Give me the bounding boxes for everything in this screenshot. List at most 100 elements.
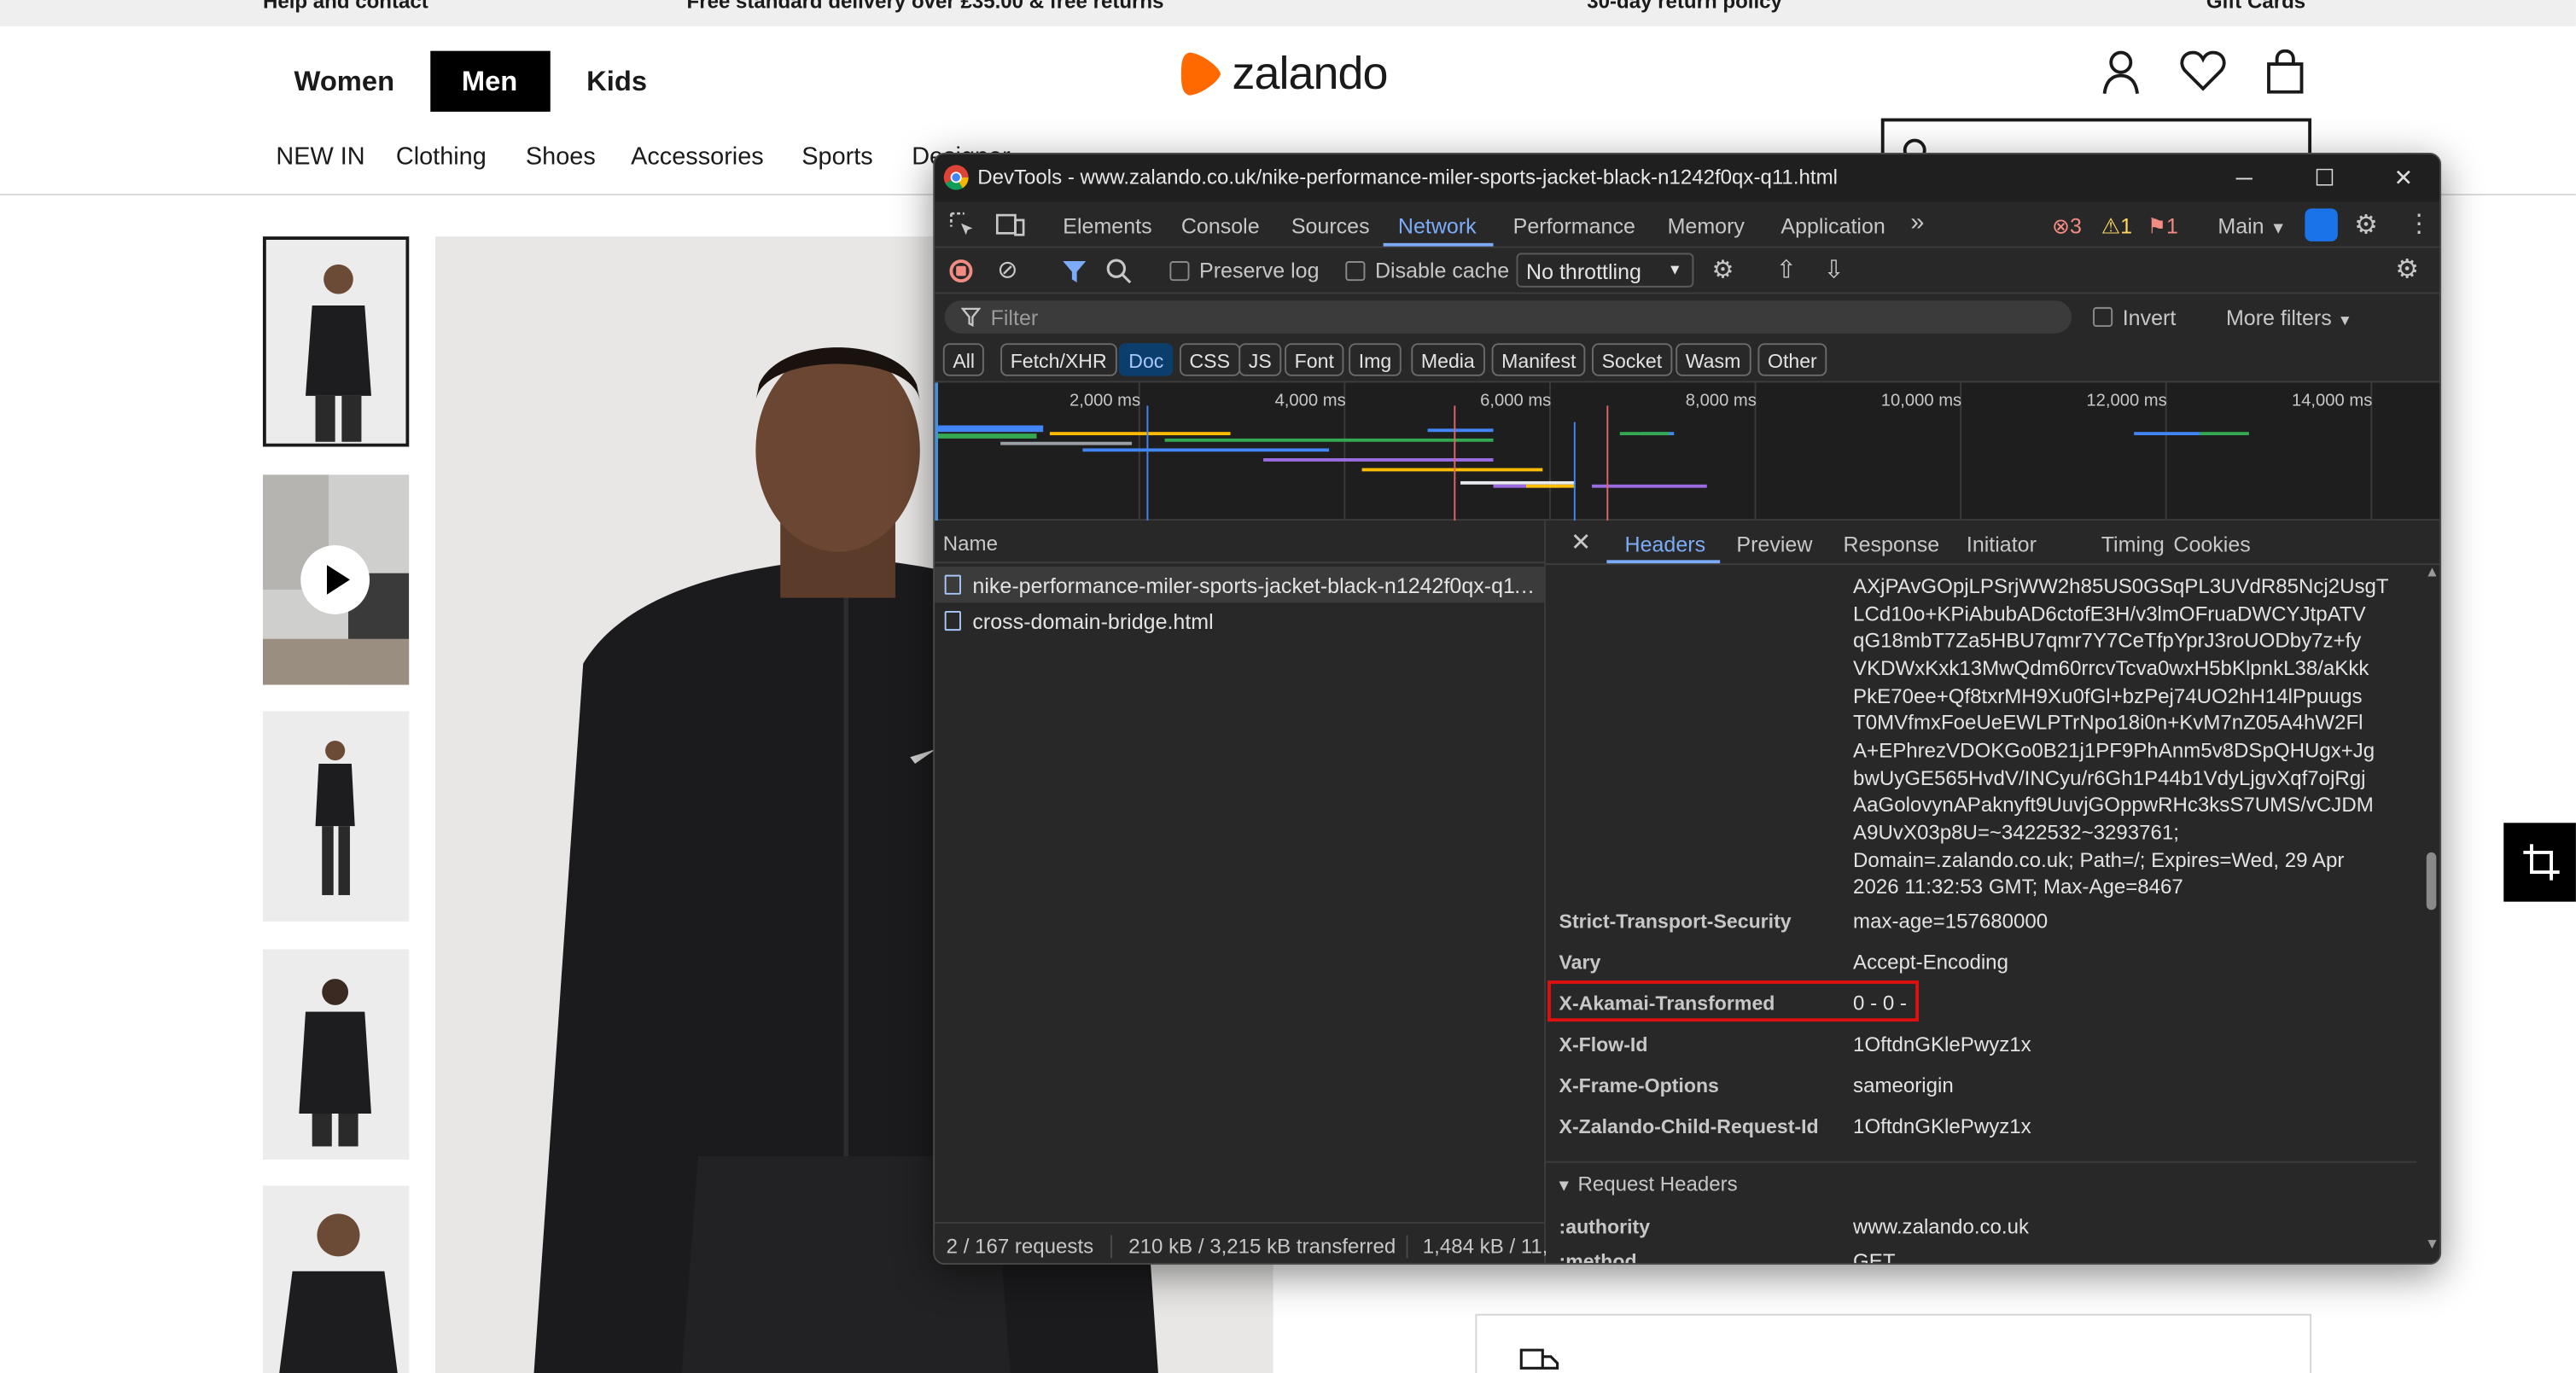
- chrome-icon: [943, 165, 969, 190]
- network-toolbar: ⊘ Preserve log Disable cache No throttli…: [935, 247, 2440, 294]
- type-filter-media[interactable]: Media: [1411, 343, 1485, 376]
- maximize-button[interactable]: ☐: [2305, 161, 2344, 194]
- issue-count[interactable]: ⚑1: [2148, 213, 2178, 240]
- gender-tab-kids[interactable]: Kids: [556, 51, 679, 112]
- type-filter-css[interactable]: CSS: [1179, 343, 1240, 376]
- gender-tab-women[interactable]: Women: [263, 51, 426, 112]
- tab-preview[interactable]: Preview: [1736, 532, 1812, 557]
- header-value-akamai: 0 - 0 -: [1853, 992, 1907, 1015]
- warning-count[interactable]: ⚠1: [2101, 213, 2132, 240]
- tab-initiator[interactable]: Initiator: [1967, 532, 2037, 557]
- filter-icon[interactable]: [1061, 259, 1087, 284]
- cookie-line: Domain=.zalando.co.uk; Path=/; Expires=W…: [1853, 849, 2345, 873]
- request-headers-section[interactable]: ▼ Request Headers: [1546, 1161, 2417, 1202]
- tab-response[interactable]: Response: [1844, 532, 1940, 557]
- product-thumbnail[interactable]: [262, 711, 410, 922]
- upload-icon[interactable]: ⇧: [1776, 254, 1797, 284]
- filter-input[interactable]: Filter: [944, 300, 2072, 334]
- type-filter-socket[interactable]: Socket: [1592, 343, 1672, 376]
- zalando-logo[interactable]: zalando: [1180, 48, 1389, 101]
- header-value: Accept-Encoding: [1853, 951, 2008, 974]
- product-thumbnail[interactable]: [262, 236, 410, 447]
- product-thumbnail[interactable]: [262, 949, 410, 1160]
- nav-shoes[interactable]: Shoes: [526, 143, 596, 171]
- tab-elements[interactable]: Elements: [1063, 213, 1151, 238]
- details-scrollbar[interactable]: ▲ ▼: [2422, 563, 2439, 1263]
- gender-tab-men[interactable]: Men: [430, 50, 551, 112]
- close-details-icon[interactable]: ✕: [1571, 527, 1591, 557]
- document-icon: [944, 574, 961, 595]
- bag-icon[interactable]: [2265, 49, 2305, 94]
- network-conditions-icon[interactable]: ⚙: [1712, 254, 1734, 284]
- preserve-log-checkbox[interactable]: [1169, 261, 1190, 282]
- nav-sports[interactable]: Sports: [801, 143, 872, 171]
- type-filter-img[interactable]: Img: [1349, 343, 1402, 376]
- chevron-down-icon: ▼: [1667, 261, 1682, 278]
- type-filter-all[interactable]: All: [942, 343, 985, 376]
- type-filter-fetch-xhr[interactable]: Fetch/XHR: [1000, 343, 1117, 376]
- tab-cookies[interactable]: Cookies: [2173, 532, 2250, 557]
- tab-timing[interactable]: Timing: [2101, 532, 2165, 557]
- throttling-select[interactable]: No throttling ▼: [1516, 253, 1694, 288]
- tab-memory[interactable]: Memory: [1668, 213, 1745, 238]
- devtools-title: DevTools - www.zalando.co.uk/nike-perfor…: [977, 166, 1838, 189]
- tab-performance[interactable]: Performance: [1513, 213, 1635, 238]
- crop-tool-button[interactable]: [2503, 823, 2576, 902]
- devtools-titlebar[interactable]: DevTools - www.zalando.co.uk/nike-perfor…: [935, 154, 2440, 202]
- tab-sources[interactable]: Sources: [1291, 213, 1370, 238]
- help-contact-link[interactable]: Help and contact: [263, 0, 428, 13]
- scroll-down-icon[interactable]: ▼: [2425, 1235, 2439, 1251]
- invert-checkbox[interactable]: [2093, 306, 2113, 328]
- type-filter-other[interactable]: Other: [1757, 343, 1827, 376]
- error-count[interactable]: ⊗3: [2052, 213, 2082, 240]
- request-row-bridge[interactable]: cross-domain-bridge.html: [935, 602, 1546, 638]
- inspect-element-icon[interactable]: [949, 212, 976, 238]
- tab-network[interactable]: Network: [1398, 213, 1477, 238]
- product-video-thumbnail[interactable]: [262, 474, 410, 685]
- play-icon[interactable]: [300, 545, 370, 614]
- kebab-menu-icon[interactable]: ⋮: [2407, 208, 2432, 238]
- nav-clothing[interactable]: Clothing: [396, 143, 487, 171]
- product-thumbnail[interactable]: [262, 1185, 410, 1373]
- disable-cache-checkbox[interactable]: [1345, 261, 1366, 282]
- scrollbar-thumb[interactable]: [2426, 852, 2437, 910]
- network-overview-timeline[interactable]: 2,000 ms 4,000 ms 6,000 ms 8,000 ms 10,0…: [935, 382, 2440, 521]
- gift-cards-link[interactable]: Gift Cards: [2206, 0, 2305, 13]
- nav-accessories[interactable]: Accessories: [631, 143, 764, 171]
- type-filter-manifest[interactable]: Manifest: [1491, 343, 1587, 376]
- tab-application[interactable]: Application: [1780, 213, 1885, 238]
- nav-new-in[interactable]: NEW IN: [276, 143, 364, 171]
- context-selector[interactable]: Main ▼: [2218, 213, 2286, 238]
- device-toolbar-icon[interactable]: [995, 212, 1025, 238]
- download-icon[interactable]: ⇩: [1823, 254, 1844, 284]
- type-filter-js[interactable]: JS: [1238, 343, 1282, 376]
- scroll-up-icon[interactable]: ▲: [2425, 563, 2439, 579]
- heart-icon[interactable]: [2180, 50, 2226, 92]
- request-row-document[interactable]: nike-performance-miler-sports-jacket-bla…: [935, 567, 1547, 603]
- clear-icon[interactable]: ⊘: [997, 254, 1017, 284]
- resources-size: 1,484 kB / 11,: [1422, 1235, 1548, 1259]
- more-filters-dropdown[interactable]: More filters ▼: [2226, 305, 2352, 330]
- devtools-sync-icon[interactable]: [2305, 208, 2338, 241]
- request-count: 2 / 167 requests: [946, 1235, 1094, 1259]
- devtools-window: DevTools - www.zalando.co.uk/nike-perfor…: [933, 152, 2442, 1265]
- network-settings-icon[interactable]: ⚙: [2395, 253, 2419, 285]
- request-name: cross-domain-bridge.html: [972, 609, 1214, 634]
- close-window-button[interactable]: ✕: [2384, 161, 2423, 194]
- return-policy-link[interactable]: 30-day return policy: [1587, 0, 1782, 13]
- type-filter-font[interactable]: Font: [1285, 343, 1344, 376]
- user-icon[interactable]: [2101, 49, 2141, 96]
- search-icon[interactable]: [1105, 258, 1132, 284]
- more-tabs-icon[interactable]: »: [1910, 208, 1924, 236]
- minimize-button[interactable]: ─: [2224, 161, 2264, 194]
- record-icon[interactable]: [949, 259, 973, 283]
- settings-icon[interactable]: ⚙: [2354, 208, 2378, 241]
- type-filter-doc[interactable]: Doc: [1118, 343, 1174, 376]
- name-column-header[interactable]: Name: [935, 521, 1547, 564]
- header-value: www.zalando.co.uk: [1853, 1215, 2030, 1239]
- type-filter-wasm[interactable]: Wasm: [1676, 343, 1751, 376]
- delivery-info[interactable]: Free standard delivery over £35.00 & fre…: [687, 0, 1164, 13]
- tab-console[interactable]: Console: [1181, 213, 1260, 238]
- resource-type-filters: All Fetch/XHR Doc CSS JS Font Img Media …: [935, 340, 2440, 383]
- tab-headers[interactable]: Headers: [1625, 532, 1706, 557]
